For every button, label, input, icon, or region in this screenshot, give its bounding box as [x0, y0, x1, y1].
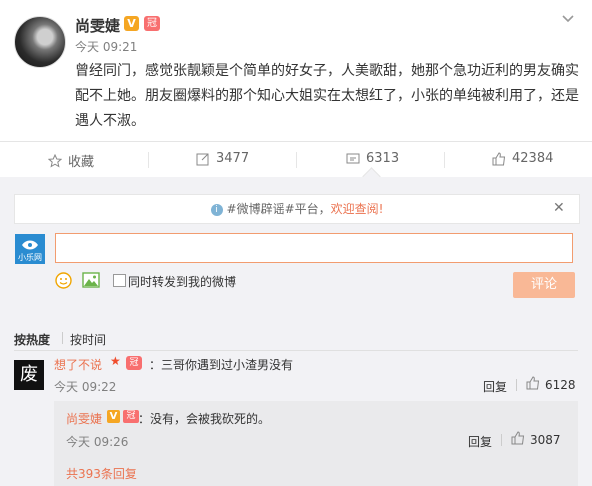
post-body-text: 曾经同门，感觉张靓颖是个简单的好女子，人美歌甜，她那个急功近利的男友确实配不上她…	[75, 63, 579, 129]
repost-checkbox[interactable]	[113, 274, 126, 287]
reply-timestamp: 今天 09:26	[66, 435, 129, 449]
comment-button[interactable]: 6313	[346, 151, 399, 166]
comment-text: ：三哥你遇到过小渣男没有	[149, 358, 294, 372]
action-divider	[296, 152, 297, 168]
star-icon	[47, 153, 63, 168]
repost-checkbox-label: 同时转发到我的微博	[128, 275, 237, 289]
post-author-name[interactable]: 尚雯婕	[75, 15, 120, 36]
post-action-bar: 收藏 3477 6313 42384	[0, 141, 592, 178]
chevron-down-icon[interactable]	[560, 12, 576, 28]
reply-reply-button[interactable]: 回复	[468, 433, 492, 450]
view-all-replies-link[interactable]: 共393条回复	[66, 465, 137, 482]
member-crown-badge: 冠	[126, 356, 142, 370]
notice-text: #微博辟谣#平台，	[226, 202, 331, 216]
reply-text: ：没有，会被我砍死的。	[138, 412, 271, 426]
favorite-label: 收藏	[68, 155, 95, 170]
verified-badge: V	[124, 16, 139, 31]
commenter-avatar[interactable]: 废	[14, 360, 44, 390]
comment-like-count: 6128	[545, 377, 576, 392]
action-divider	[444, 152, 445, 168]
notice-link[interactable]: 欢迎查阅!	[331, 202, 384, 216]
favorite-button[interactable]: 收藏	[47, 151, 95, 170]
sort-divider-line	[14, 350, 578, 351]
thumbs-up-icon	[526, 376, 540, 393]
comment-count: 6313	[366, 151, 400, 166]
info-icon: i	[210, 203, 223, 216]
commenter-name[interactable]: 想了不说	[54, 356, 102, 373]
author-avatar[interactable]	[14, 16, 66, 68]
thumbs-up-icon	[492, 151, 506, 166]
reply-action-divider	[501, 434, 502, 446]
star-icon: ★	[110, 354, 121, 368]
comment-like-button[interactable]: 6128	[526, 376, 576, 393]
sort-divider	[62, 332, 63, 344]
rumor-notice-banner: i #微博辟谣#平台，欢迎查阅!	[14, 194, 580, 224]
member-crown-badge: 冠	[144, 16, 160, 31]
current-user-avatar-label: 小乐网	[18, 253, 42, 262]
post-timestamp[interactable]: 今天 09:21	[75, 38, 137, 55]
emoji-icon[interactable]	[55, 272, 72, 289]
like-count: 42384	[512, 151, 554, 166]
thumbs-up-icon	[511, 431, 525, 448]
repost-icon	[196, 152, 210, 166]
comment-icon	[346, 152, 360, 166]
sort-by-time-tab[interactable]: 按时间	[70, 331, 106, 348]
action-divider	[148, 152, 149, 168]
submit-comment-button[interactable]: 评论	[513, 272, 575, 298]
repost-count: 3477	[216, 151, 250, 166]
current-user-avatar[interactable]: 小乐网	[15, 234, 45, 264]
verified-badge: V	[107, 410, 120, 423]
comment-timestamp: 今天 09:22	[54, 380, 117, 394]
close-icon[interactable]: ✕	[553, 200, 565, 216]
reply-author-name[interactable]: 尚雯婕	[66, 410, 102, 427]
comment-input[interactable]	[55, 233, 573, 263]
reply-like-count: 3087	[530, 432, 561, 447]
member-crown-badge: 冠	[123, 410, 139, 423]
like-button[interactable]: 42384	[492, 151, 553, 166]
comment-reply-button[interactable]: 回复	[483, 378, 507, 395]
image-upload-icon[interactable]	[82, 272, 100, 288]
reply-like-button[interactable]: 3087	[511, 431, 561, 448]
sort-by-hot-tab[interactable]: 按热度	[14, 331, 50, 348]
comment-action-divider	[516, 379, 517, 391]
repost-button[interactable]: 3477	[196, 151, 249, 166]
